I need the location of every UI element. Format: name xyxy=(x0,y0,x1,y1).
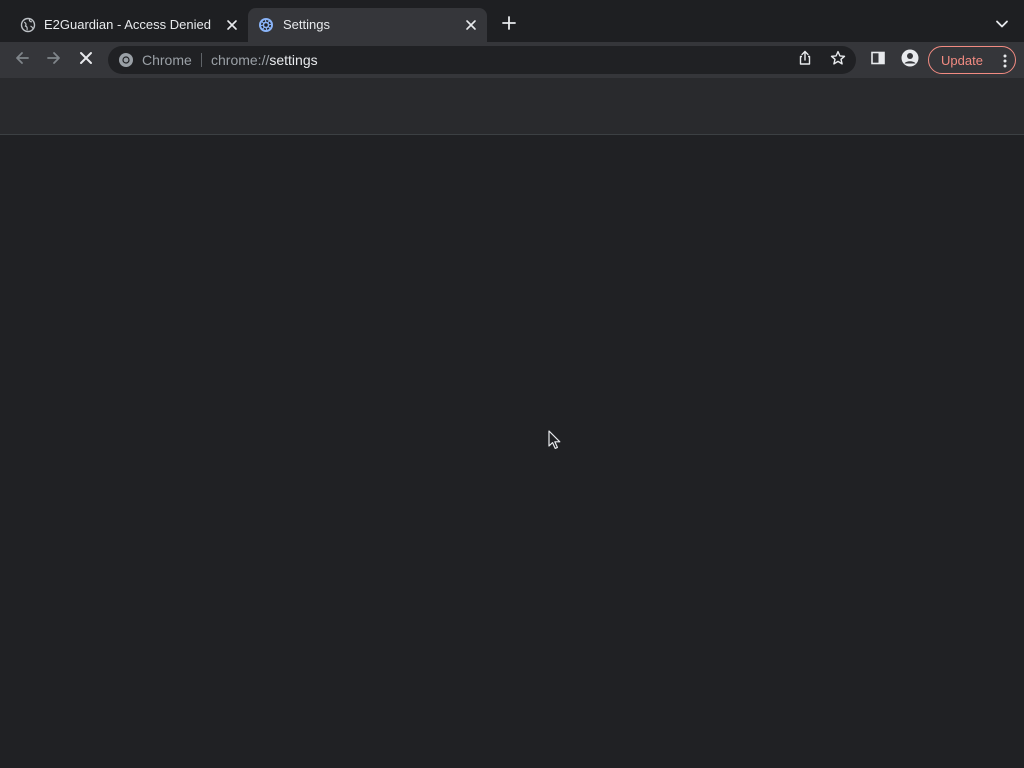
side-panel-icon xyxy=(870,50,886,71)
tab-search-button[interactable] xyxy=(992,15,1012,35)
settings-header-bar xyxy=(0,78,1024,135)
tab-title: Settings xyxy=(283,17,330,32)
update-button[interactable]: Update xyxy=(928,46,1016,74)
plus-icon xyxy=(502,15,516,35)
forward-button[interactable] xyxy=(42,48,66,72)
bookmark-button[interactable] xyxy=(828,50,848,70)
chevron-down-icon xyxy=(995,16,1009,34)
chrome-logo-icon xyxy=(118,52,134,68)
address-bar[interactable]: Chrome chrome://settings xyxy=(108,46,856,74)
arrow-right-icon xyxy=(46,50,62,71)
url-scheme: chrome:// xyxy=(211,52,270,68)
stop-loading-button[interactable] xyxy=(74,48,98,72)
kebab-menu-icon[interactable] xyxy=(999,52,1011,70)
star-icon xyxy=(830,50,846,71)
update-label: Update xyxy=(941,53,983,68)
tab-title: E2Guardian - Access Denied xyxy=(44,17,211,32)
chip-divider xyxy=(201,53,202,67)
person-icon xyxy=(901,49,919,72)
tab-e2guardian[interactable]: E2Guardian - Access Denied xyxy=(8,8,246,42)
tab-close-icon[interactable] xyxy=(463,17,479,33)
mouse-cursor-icon xyxy=(548,430,562,450)
url-host: settings xyxy=(269,52,318,68)
close-x-icon xyxy=(79,51,93,70)
tab-strip: E2Guardian - Access Denied Settings xyxy=(0,0,1024,42)
profile-button[interactable] xyxy=(898,48,922,72)
back-button[interactable] xyxy=(10,48,34,72)
browser-window: E2Guardian - Access Denied Settings Chro… xyxy=(0,0,1024,768)
arrow-left-icon xyxy=(14,50,30,71)
new-tab-button[interactable] xyxy=(498,14,520,36)
side-panel-button[interactable] xyxy=(866,48,890,72)
page-content xyxy=(0,135,1024,768)
settings-gear-icon xyxy=(258,17,274,33)
tab-settings[interactable]: Settings xyxy=(248,8,487,42)
share-icon xyxy=(797,50,813,71)
url-text[interactable]: chrome://settings xyxy=(211,52,318,68)
toolbar: Chrome chrome://settings Update xyxy=(0,42,1024,78)
security-chip-label[interactable]: Chrome xyxy=(142,52,192,68)
globe-icon xyxy=(20,17,36,33)
tab-close-icon[interactable] xyxy=(224,17,240,33)
share-button[interactable] xyxy=(795,50,815,70)
